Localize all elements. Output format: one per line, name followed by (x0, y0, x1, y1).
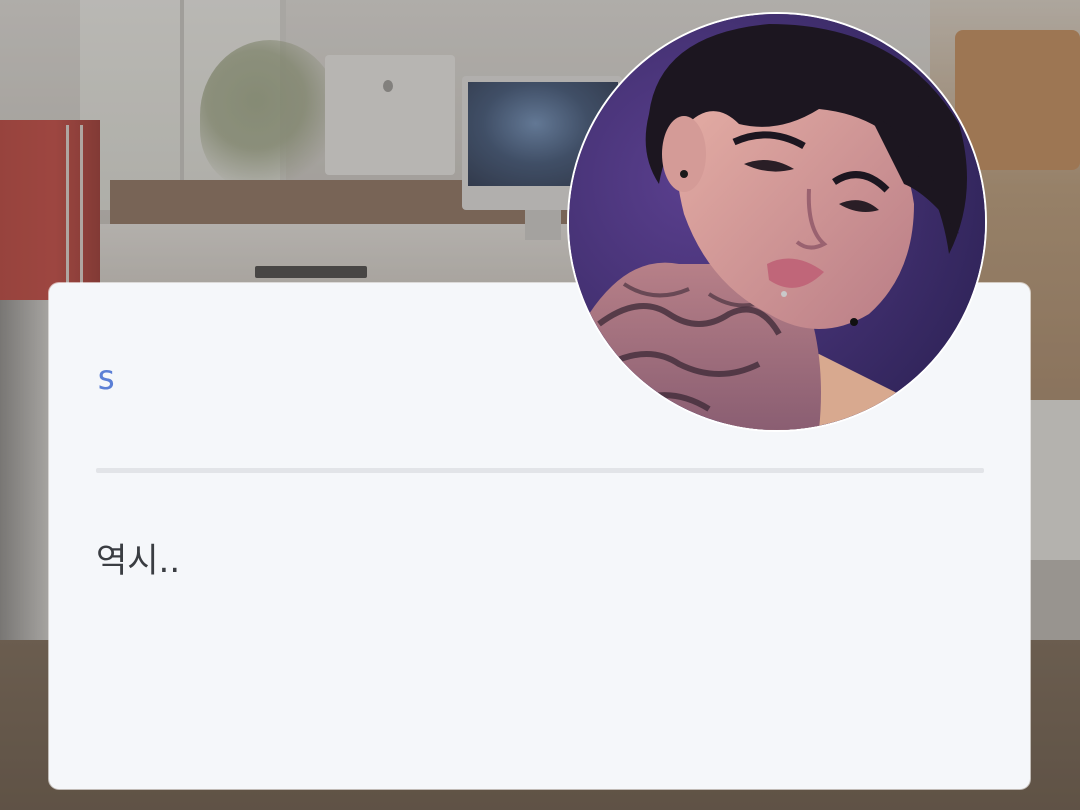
divider (96, 468, 984, 473)
profile-photo-icon (569, 14, 985, 430)
chat-scene: s 역시.. (0, 0, 1080, 810)
sender-name: s (96, 358, 117, 398)
message-text: 역시.. (96, 541, 181, 581)
profile-avatar[interactable] (567, 12, 987, 432)
